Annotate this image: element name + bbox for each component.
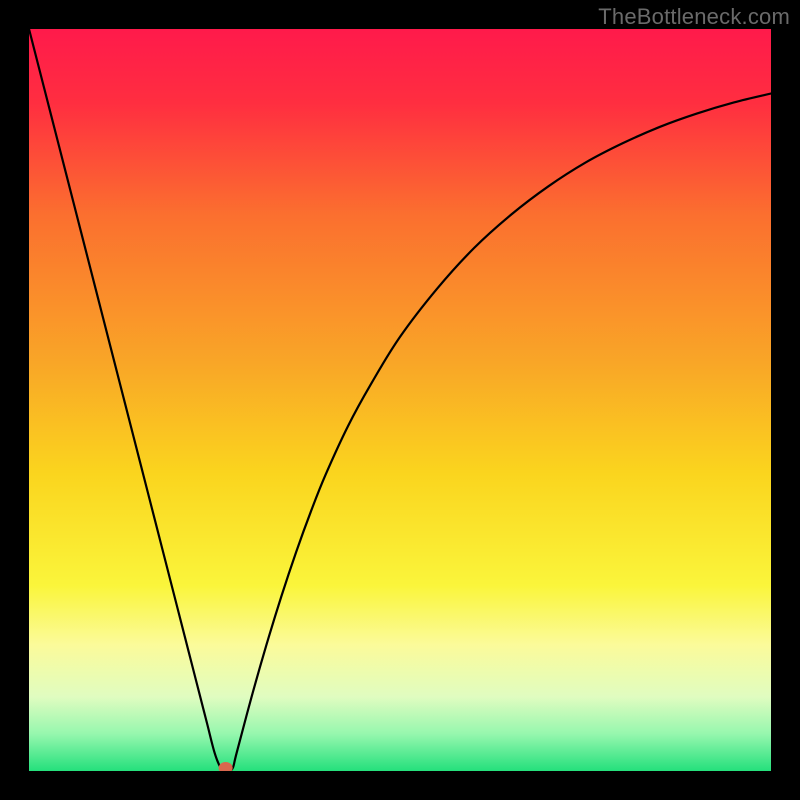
- chart-frame: [29, 29, 771, 771]
- bottleneck-chart: [29, 29, 771, 771]
- watermark-text: TheBottleneck.com: [598, 4, 790, 30]
- gradient-bg: [29, 29, 771, 771]
